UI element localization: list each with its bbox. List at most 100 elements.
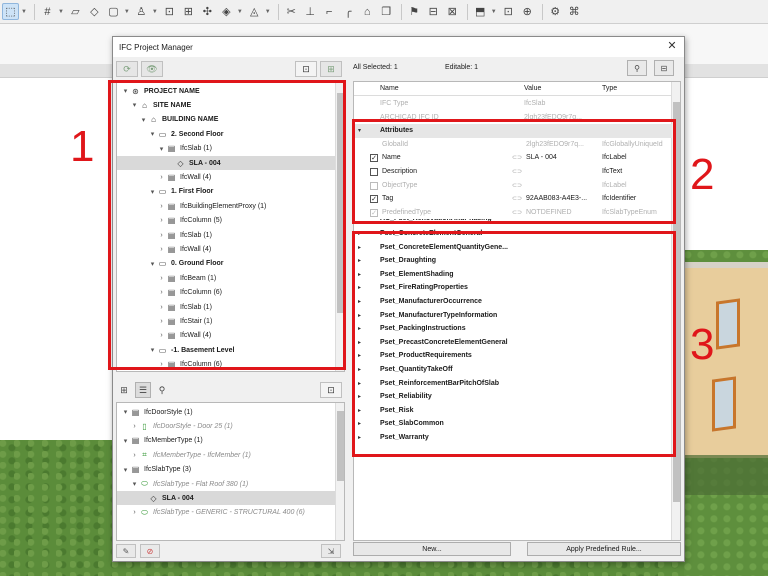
trace-icon[interactable]: ◬ [246,3,263,20]
scissors-icon[interactable]: ✂ [283,3,300,20]
teamwork-icon[interactable]: ⊠ [444,3,461,20]
type-view-icon[interactable]: ☰ [135,382,151,398]
expand-icon[interactable]: ⇲ [321,544,341,558]
publish-icon[interactable]: ⊕ [519,3,536,20]
section-icon[interactable]: ⊡ [161,3,178,20]
pointer-icon[interactable]: ⬚ [2,3,19,20]
property-name: IFC Type [380,100,409,107]
dropdown-arrow-icon[interactable]: ▼ [265,9,271,15]
type-tree-item[interactable]: ◇ SLA - 004 [117,491,335,506]
type-tree-item-label: IfcSlabType - Flat Roof 380 (1) [153,480,249,488]
curve-icon[interactable]: ╭ [340,3,357,20]
settings-icon[interactable]: ⚙ [547,3,564,20]
lamp-icon[interactable]: ♙ [133,3,150,20]
library-icon[interactable]: ⊡ [500,3,517,20]
copy-icon[interactable]: ❐ [378,3,395,20]
all-selected-count: All Selected: 1 [353,64,398,71]
select-in-model-icon[interactable]: ⊡ [295,61,317,77]
annotation-label-3: 3 [690,320,715,369]
chevron-down-icon[interactable]: ▾ [130,480,139,488]
type-tree-item-label: IfcSlabType (3) [144,466,192,474]
3d-icon[interactable]: ⬒ [472,3,489,20]
tree-toolbar: ⟳ 👁 ⊡ ⊞ [116,58,345,80]
type-tree-item[interactable]: ▾ ▤ IfcDoorStyle (1) [117,405,335,419]
chevron-right-icon[interactable]: › [130,509,139,516]
flag-icon[interactable]: ⚑ [406,3,423,20]
wall-icon[interactable]: ▱ [67,3,84,20]
toolbar-separator [400,3,402,20]
type-tree-item[interactable]: ▾ ⬭ IfcSlabType - Flat Roof 380 (1) [117,477,335,491]
slabtype-icon: ⬭ [141,507,148,517]
type-tree-item[interactable]: ▾ ▤ IfcMemberType (1) [117,434,335,448]
type-icon: ▤ [131,407,140,417]
annotation-box-3 [352,231,676,457]
layout-icon[interactable]: ⊞ [180,3,197,20]
new-button[interactable]: New... [353,542,511,556]
property-value: IfcSlab [524,100,546,107]
apply-predefined-rule-button[interactable]: Apply Predefined Rule... [527,542,681,556]
type-tree-item[interactable]: › ▯ IfcDoorStyle - Door 25 (1) [117,419,335,433]
favorite-icon[interactable]: ✣ [199,3,216,20]
settings-filter-icon[interactable]: ⊟ [654,60,674,76]
chevron-down-icon[interactable]: ▾ [121,408,130,416]
annotation-box-1 [108,80,346,370]
main-toolbar: ⬚ ▼ # ▼ ▱ ◇ ▢ ▼ ♙ ▼ ⊡ ⊞ ✣ ◈ ▼ ◬ ▼ ✂ ⊥ ⌐ ╭ ⌂ ❐ … [0,0,768,24]
edit-icon[interactable]: ✎ [116,544,136,558]
search-icon[interactable]: ⚲ [154,382,170,398]
toolbar-separator [33,3,35,20]
type-icon: ▤ [131,465,140,475]
tools-icon[interactable]: ⌘ [566,3,583,20]
arc-icon[interactable]: ⌐ [321,3,338,20]
close-icon[interactable]: ✕ [666,40,678,52]
building-shadow [680,455,768,495]
toolbar-separator [277,3,279,20]
scrollbar-thumb[interactable] [337,411,344,481]
type-tree-item-label: SLA - 004 [162,494,194,502]
eye-icon[interactable]: 👁 [141,61,163,77]
dimension-icon[interactable]: ⊥ [302,3,319,20]
member-icon: ⌗ [142,450,147,460]
dropdown-arrow-icon[interactable]: ▼ [491,9,497,15]
type-tree-item[interactable]: › ⬭ IfcSlabType - GENERIC - STRUCTURAL 400… [117,506,335,520]
element-icon: ◇ [150,493,157,503]
filter-icon[interactable]: ⚲ [627,60,647,76]
column-name[interactable]: Name [380,85,399,92]
building-window [716,298,740,350]
editable-count: Editable: 1 [445,64,479,71]
slabtype-icon: ⬭ [141,479,148,488]
ruler-icon[interactable]: ◈ [218,3,235,20]
type-icon: ▤ [131,436,140,446]
type-tree-item-label: IfcMemberType - IfcMember (1) [153,451,251,459]
zoom-to-icon[interactable]: ⊞ [320,61,342,77]
select-in-model-icon[interactable]: ⊡ [320,382,342,398]
spatial-view-icon[interactable]: ⊞ [116,382,132,398]
window-icon[interactable]: ⊟ [425,3,442,20]
column-value[interactable]: Value [524,85,541,92]
column-type[interactable]: Type [602,85,617,92]
object-icon[interactable]: ▢ [105,3,122,20]
dropdown-arrow-icon[interactable]: ▼ [124,9,130,15]
type-tree-scrollbar[interactable] [335,403,344,540]
property-row[interactable]: IFC Type IfcSlab [354,97,672,111]
dropdown-arrow-icon[interactable]: ▼ [237,9,243,15]
chevron-right-icon[interactable]: › [130,423,139,430]
slab-icon[interactable]: ◇ [86,3,103,20]
door-icon: ▯ [142,421,147,431]
chevron-down-icon[interactable]: ▾ [121,466,130,474]
toolbar-separator [466,3,468,20]
property-grid-header: Name Value Type [354,82,680,96]
refresh-icon[interactable]: ⟳ [116,61,138,77]
house-icon[interactable]: ⌂ [359,3,376,20]
type-tree-item-label: IfcSlabType - GENERIC - STRUCTURAL 400 (… [153,509,305,517]
grid-icon[interactable]: # [39,3,56,20]
type-tree-item[interactable]: › ⌗ IfcMemberType - IfcMember (1) [117,448,335,462]
dropdown-arrow-icon[interactable]: ▼ [58,9,64,15]
dropdown-arrow-icon[interactable]: ▼ [152,9,158,15]
chevron-down-icon[interactable]: ▾ [121,437,130,445]
type-tree-item-label: IfcDoorStyle - Door 25 (1) [153,422,233,430]
type-tree-item[interactable]: ▾ ▤ IfcSlabType (3) [117,463,335,477]
dropdown-arrow-icon[interactable]: ▼ [21,9,27,15]
chevron-right-icon[interactable]: › [130,452,139,459]
delete-icon[interactable]: ⊘ [140,544,160,558]
dialog-title-bar: IFC Project Manager [113,37,684,57]
